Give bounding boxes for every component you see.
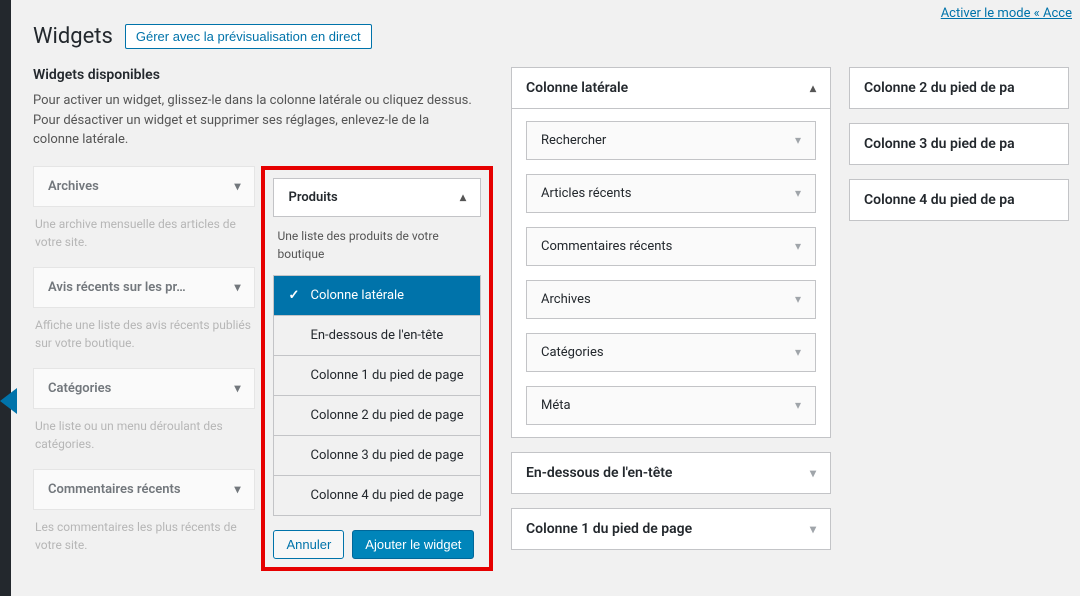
products-widget-title: Produits <box>288 190 337 205</box>
cancel-button[interactable]: Annuler <box>273 530 344 559</box>
available-widget-desc: Affiche une liste des avis récents publi… <box>33 308 255 368</box>
products-widget-actions: Annuler Ajouter le widget <box>273 516 481 559</box>
products-widget-header[interactable]: Produits <box>273 178 481 217</box>
sidebar-areas-column: Colonne latérale Rechercher Articles réc… <box>511 67 831 564</box>
chevron-down-icon <box>810 465 816 481</box>
available-widget-desc: Une archive mensuelle des articles de vo… <box>33 207 255 267</box>
sidebar-area-footer-col-1[interactable]: Colonne 1 du pied de page <box>511 508 831 550</box>
products-widget-desc: Une liste des produits de votre boutique <box>273 217 481 275</box>
sidebar-area-title: Colonne 4 du pied de pa <box>864 192 1015 208</box>
chevron-down-icon <box>795 239 801 254</box>
sidebar-widget-label: Articles récents <box>541 186 631 201</box>
available-widget-archives[interactable]: Archives <box>33 166 255 207</box>
available-widgets-left: Archives Une archive mensuelle des artic… <box>33 166 255 570</box>
chevron-down-icon <box>810 521 816 537</box>
area-option-below-header[interactable]: En-dessous de l'en-tête <box>274 316 480 356</box>
accessibility-mode-link[interactable]: Activer le mode « Acce <box>941 6 1072 21</box>
add-widget-button[interactable]: Ajouter le widget <box>352 530 474 559</box>
footer-areas-column: Colonne 2 du pied de pa Colonne 3 du pie… <box>849 67 1069 235</box>
chevron-down-icon <box>795 345 801 360</box>
available-widgets-column: Widgets disponibles Pour activer un widg… <box>33 67 493 571</box>
available-widget-label: Archives <box>48 179 99 194</box>
sidebar-widget-recent-posts[interactable]: Articles récents <box>526 174 816 213</box>
chevron-down-icon <box>234 179 240 194</box>
available-widget-categories[interactable]: Catégories <box>33 368 255 409</box>
page-title: Widgets <box>33 24 113 49</box>
page-header: Widgets Gérer avec la prévisualisation e… <box>33 4 1080 67</box>
sidebar-area-title: En-dessous de l'en-tête <box>526 465 672 481</box>
sidebar-widget-label: Commentaires récents <box>541 239 672 254</box>
area-option-colonne-laterale[interactable]: Colonne latérale <box>274 276 480 316</box>
area-option-footer-col-3[interactable]: Colonne 3 du pied de page <box>274 436 480 476</box>
sidebar-widget-label: Rechercher <box>541 133 606 148</box>
available-widgets-description: Pour activer un widget, glissez-le dans … <box>33 91 473 150</box>
chevron-down-icon <box>234 381 240 396</box>
sidebar-area-footer-col-4[interactable]: Colonne 4 du pied de pa <box>849 179 1069 221</box>
available-widget-desc: Les commentaires les plus récents de vot… <box>33 510 255 570</box>
sidebar-area-title: Colonne 2 du pied de pa <box>864 80 1015 96</box>
sidebar-area-title: Colonne latérale <box>526 80 628 96</box>
area-option-footer-col-1[interactable]: Colonne 1 du pied de page <box>274 356 480 396</box>
sidebar-widget-label: Méta <box>541 398 571 413</box>
chevron-down-icon <box>795 292 801 307</box>
available-widget-reviews[interactable]: Avis récents sur les pr… <box>33 267 255 308</box>
sidebar-area-footer-col-3[interactable]: Colonne 3 du pied de pa <box>849 123 1069 165</box>
chevron-down-icon <box>795 398 801 413</box>
sidebar-area-header[interactable]: Colonne latérale <box>512 68 830 109</box>
sidebar-area-below-header[interactable]: En-dessous de l'en-tête <box>511 452 831 494</box>
area-option-footer-col-4[interactable]: Colonne 4 du pied de page <box>274 476 480 515</box>
admin-menu-stripe <box>0 0 11 596</box>
sidebar-area-widgets: Rechercher Articles récents Commentaires… <box>512 121 830 437</box>
sidebar-widget-label: Catégories <box>541 345 604 360</box>
sidebar-widget-recent-comments[interactable]: Commentaires récents <box>526 227 816 266</box>
manage-customizer-button[interactable]: Gérer avec la prévisualisation en direct <box>125 24 372 49</box>
chevron-down-icon <box>234 280 240 295</box>
sidebar-widget-search[interactable]: Rechercher <box>526 121 816 160</box>
sidebar-widget-categories[interactable]: Catégories <box>526 333 816 372</box>
available-widget-desc: Une liste ou un menu déroulant des catég… <box>33 409 255 469</box>
area-option-footer-col-2[interactable]: Colonne 2 du pied de page <box>274 396 480 436</box>
available-widget-recent-comments[interactable]: Commentaires récents <box>33 469 255 510</box>
chevron-down-icon <box>234 482 240 497</box>
available-widget-label: Avis récents sur les pr… <box>48 280 186 295</box>
sidebar-area-colonne-laterale: Colonne latérale Rechercher Articles réc… <box>511 67 831 438</box>
sidebar-area-title: Colonne 1 du pied de page <box>526 521 692 537</box>
chevron-up-icon <box>460 190 466 205</box>
sidebar-widget-archives[interactable]: Archives <box>526 280 816 319</box>
sidebar-widget-label: Archives <box>541 292 591 307</box>
sidebar-area-footer-col-2[interactable]: Colonne 2 du pied de pa <box>849 67 1069 109</box>
sidebar-area-title: Colonne 3 du pied de pa <box>864 136 1015 152</box>
chevron-down-icon <box>795 133 801 148</box>
widget-area-picker: Colonne latérale En-dessous de l'en-tête… <box>273 275 481 516</box>
available-widgets-title: Widgets disponibles <box>33 67 493 83</box>
chevron-up-icon <box>810 80 816 96</box>
accessibility-link-wrap: Activer le mode « Acce <box>941 6 1072 21</box>
sidebar-widget-meta[interactable]: Méta <box>526 386 816 425</box>
products-widget-highlight: Produits Une liste des produits de votre… <box>261 166 493 571</box>
chevron-down-icon <box>795 186 801 201</box>
available-widget-label: Catégories <box>48 381 111 396</box>
available-widget-label: Commentaires récents <box>48 482 181 497</box>
